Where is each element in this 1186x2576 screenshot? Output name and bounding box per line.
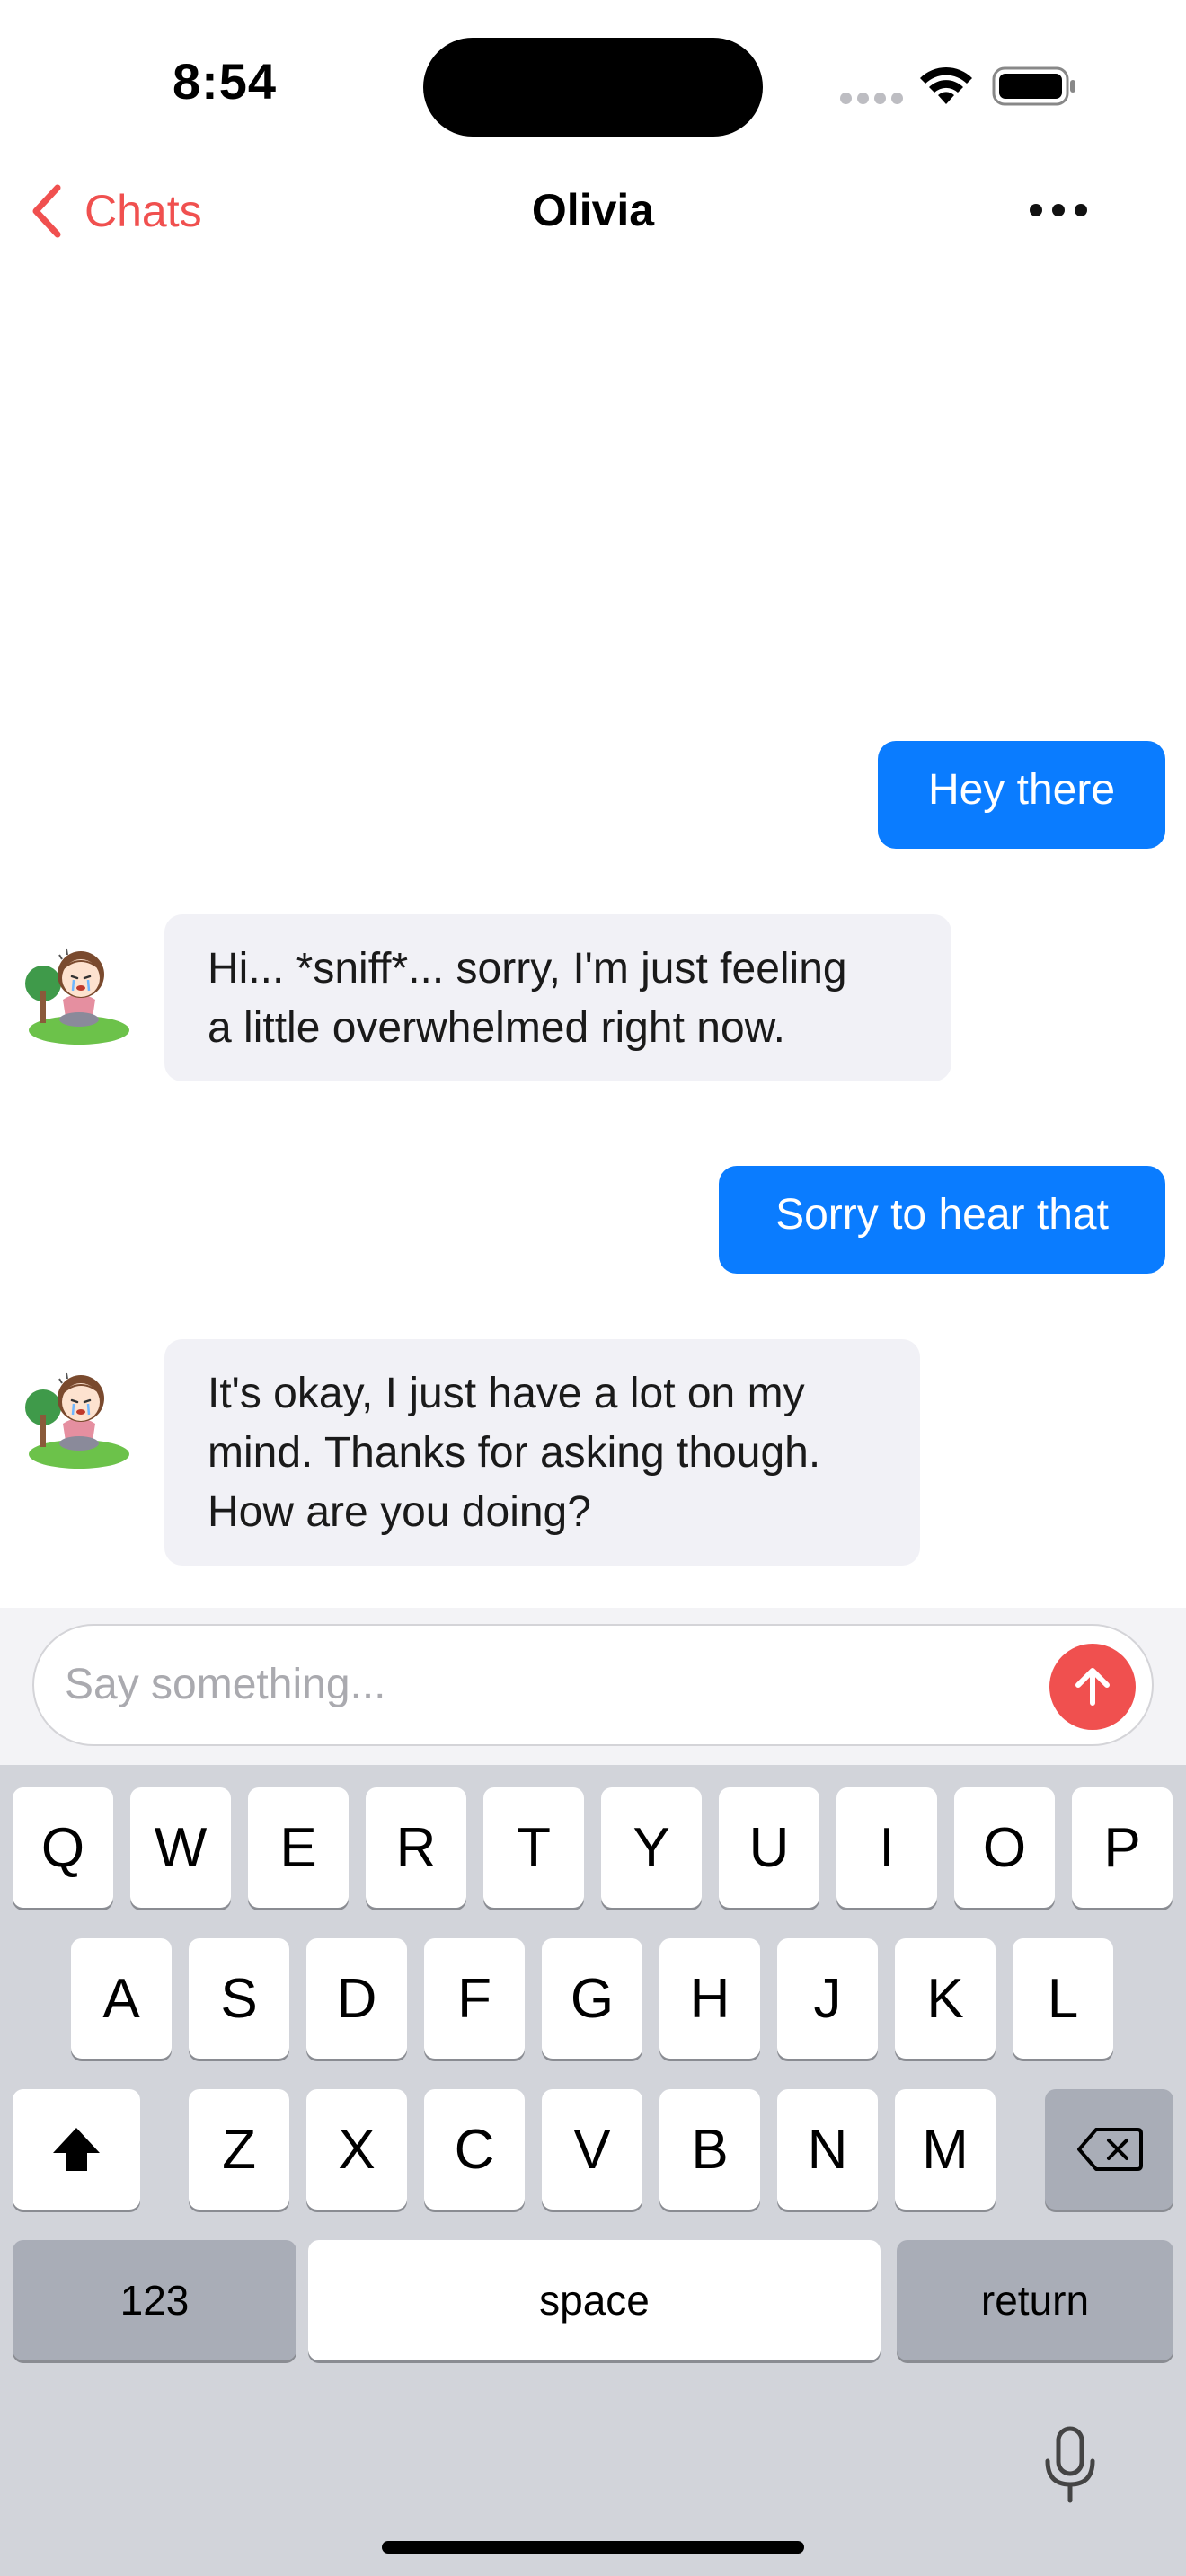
chat-title: Olivia: [531, 185, 655, 235]
incoming-message[interactable]: It's okay, I just have a lot on my mind.…: [164, 1339, 920, 1566]
key-u[interactable]: U: [719, 1787, 819, 1908]
shift-key[interactable]: [13, 2089, 140, 2210]
key-v[interactable]: V: [542, 2089, 642, 2210]
key-s[interactable]: S: [189, 1938, 289, 2059]
key-e[interactable]: E: [248, 1787, 349, 1908]
key-k[interactable]: K: [895, 1938, 996, 2059]
key-c[interactable]: C: [424, 2089, 525, 2210]
numbers-key[interactable]: 123: [13, 2240, 296, 2360]
more-options-button[interactable]: [1017, 187, 1100, 234]
delete-icon: [1076, 2128, 1143, 2171]
olivia-avatar[interactable]: [23, 1361, 135, 1472]
send-button[interactable]: [1049, 1644, 1136, 1730]
message-line: a little overwhelmed right now.: [208, 1004, 785, 1052]
key-o[interactable]: O: [954, 1787, 1055, 1908]
olivia-avatar[interactable]: [23, 937, 135, 1048]
key-y[interactable]: Y: [601, 1787, 702, 1908]
more-icon: [1030, 204, 1042, 216]
key-d[interactable]: D: [306, 1938, 407, 2059]
return-key[interactable]: return: [897, 2240, 1173, 2360]
key-g[interactable]: G: [542, 1938, 642, 2059]
key-h[interactable]: H: [659, 1938, 760, 2059]
key-a[interactable]: A: [71, 1938, 172, 2059]
message-line: mind. Thanks for asking though.: [208, 1429, 821, 1477]
battery-icon: [992, 66, 1075, 106]
key-p[interactable]: P: [1072, 1787, 1173, 1908]
wifi-icon: [920, 66, 972, 104]
composer-bar: Say something...: [0, 1608, 1186, 1765]
chat-screen: 8:54 Chats Olivia Hey there Hi... *sniff…: [0, 0, 1186, 2576]
key-f[interactable]: F: [424, 1938, 525, 2059]
home-indicator: [382, 2541, 804, 2554]
key-t[interactable]: T: [483, 1787, 584, 1908]
space-key[interactable]: space: [308, 2240, 881, 2360]
key-n[interactable]: N: [777, 2089, 878, 2210]
cellular-signal-icon: [840, 93, 903, 105]
back-to-chats-button[interactable]: Chats: [27, 180, 202, 243]
key-i[interactable]: I: [836, 1787, 937, 1908]
message-line: It's okay, I just have a lot on my: [208, 1370, 805, 1417]
key-r[interactable]: R: [366, 1787, 466, 1908]
key-m[interactable]: M: [895, 2089, 996, 2210]
key-q[interactable]: Q: [13, 1787, 113, 1908]
dynamic-island: [423, 38, 763, 137]
message-line: How are you doing?: [208, 1488, 591, 1536]
shift-icon: [53, 2128, 100, 2171]
outgoing-message[interactable]: Sorry to hear that: [719, 1166, 1165, 1274]
message-input[interactable]: Say something...: [32, 1624, 1154, 1746]
send-arrow-icon: [1075, 1668, 1110, 1706]
status-time: 8:54: [172, 53, 278, 110]
key-x[interactable]: X: [306, 2089, 407, 2210]
outgoing-message[interactable]: Hey there: [878, 741, 1165, 849]
mic-icon[interactable]: [1040, 2425, 1100, 2506]
back-label: Chats: [84, 186, 202, 236]
key-w[interactable]: W: [130, 1787, 231, 1908]
chevron-left-icon: [32, 184, 61, 238]
key-b[interactable]: B: [659, 2089, 760, 2210]
incoming-message[interactable]: Hi... *sniff*... sorry, I'm just feeling…: [164, 914, 951, 1081]
key-z[interactable]: Z: [189, 2089, 289, 2210]
key-l[interactable]: L: [1013, 1938, 1113, 2059]
delete-key[interactable]: [1045, 2089, 1173, 2210]
key-j[interactable]: J: [777, 1938, 878, 2059]
message-line: Hi... *sniff*... sorry, I'm just feeling: [208, 945, 847, 992]
